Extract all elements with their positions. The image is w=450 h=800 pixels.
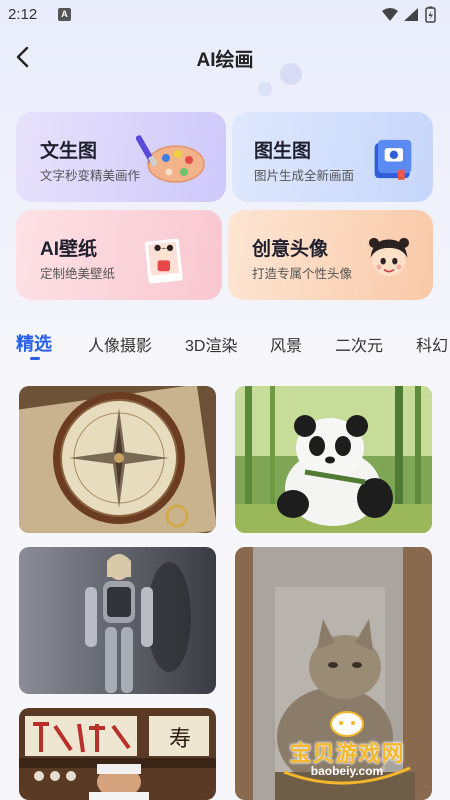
wallpaper-girl-icon [144, 238, 183, 284]
feature-card-image-to-image[interactable]: 图生图 图片生成全新画面 [232, 112, 433, 202]
avatar-girl-icon [369, 237, 409, 277]
card-subtitle: 图片生成全新画面 [254, 169, 355, 183]
notification-icon: A [58, 8, 71, 21]
watermark: 宝贝游戏网 baobeiy.com [272, 706, 422, 788]
gallery-image-compass[interactable] [19, 386, 216, 533]
card-title: 创意头像 [252, 239, 329, 260]
decor-bubble [280, 63, 302, 85]
card-subtitle: 打造专属个性头像 [252, 267, 353, 281]
status-time: 2:12 [8, 6, 38, 23]
photo-book-icon [374, 139, 412, 180]
card-title: AI壁纸 [40, 239, 98, 260]
status-bar: 2:12 A [0, 0, 450, 30]
panda-image [235, 386, 432, 533]
palette-icon [136, 135, 205, 183]
gallery-image-robot-woman[interactable] [19, 547, 216, 694]
sushi-chef-image: 寿 [19, 708, 216, 800]
watermark-url: baobeiy.com [310, 764, 384, 778]
feature-card-creative-avatar[interactable]: 创意头像 打造专属个性头像 [228, 210, 433, 300]
battery-icon [425, 6, 436, 23]
card-subtitle: 文字秒变精美画作 [40, 169, 141, 183]
card-title: 文生图 [40, 141, 98, 162]
decor-bubble [258, 82, 272, 96]
status-icons [382, 6, 436, 23]
gallery-image-sushi-chef[interactable]: 寿 [19, 708, 216, 800]
category-tabs: 精选 人像摄影 3D渲染 风景 二次元 科幻 [0, 328, 450, 364]
tab-scifi[interactable]: 科幻 [416, 332, 448, 356]
wifi-icon [382, 8, 398, 21]
tab-featured[interactable]: 精选 [16, 330, 52, 356]
tab-active-indicator [30, 357, 40, 360]
sushi-sign-text: 寿 [169, 726, 191, 751]
page-title: AI绘画 [196, 50, 254, 71]
gallery-image-panda[interactable] [235, 386, 432, 533]
tab-anime[interactable]: 二次元 [335, 332, 383, 356]
header: AI绘画 [0, 40, 450, 74]
card-title: 图生图 [254, 141, 312, 162]
compass-image [19, 386, 216, 533]
card-subtitle: 定制绝美壁纸 [40, 267, 116, 281]
tab-landscape[interactable]: 风景 [270, 332, 302, 356]
signal-icon [404, 8, 418, 21]
feature-card-text-to-image[interactable]: 文生图 文字秒变精美画作 [16, 112, 226, 202]
feature-card-ai-wallpaper[interactable]: AI壁纸 定制绝美壁纸 [16, 210, 222, 300]
robot-woman-image [19, 547, 216, 694]
tab-3d-render[interactable]: 3D渲染 [185, 332, 237, 356]
tab-portrait[interactable]: 人像摄影 [88, 332, 152, 356]
